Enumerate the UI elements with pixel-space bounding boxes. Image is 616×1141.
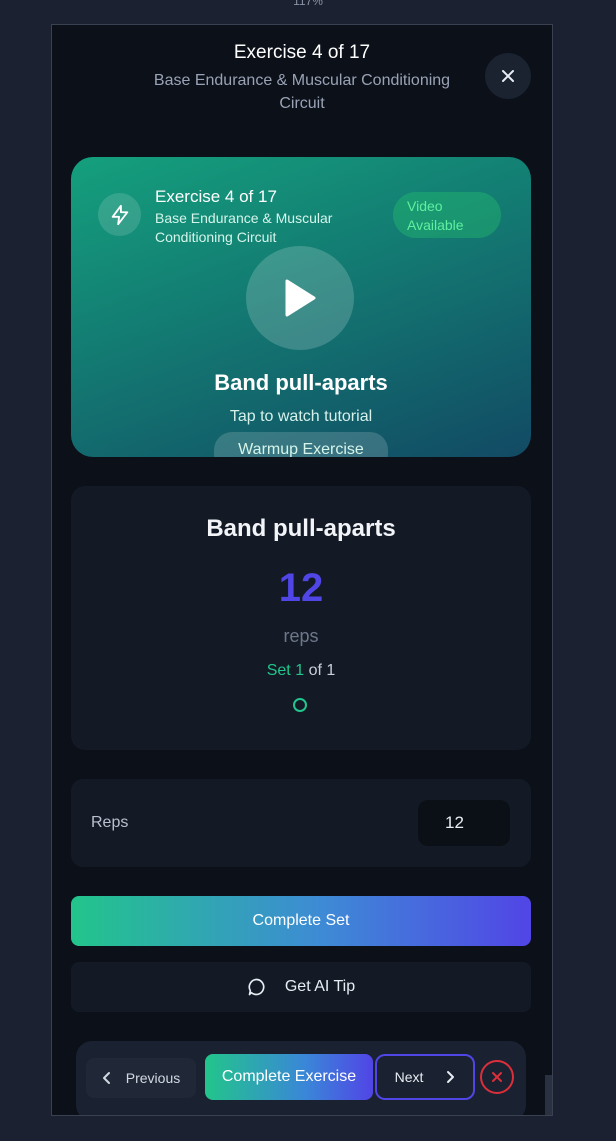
video-tutorial-card[interactable]: Exercise 4 of 17 Base Endurance & Muscul… <box>71 157 531 457</box>
close-icon <box>502 70 514 82</box>
previous-button[interactable]: Previous <box>86 1058 196 1098</box>
next-label: Next <box>394 1069 424 1085</box>
modal-title: Exercise 4 of 17 <box>233 42 371 63</box>
modal-subtitle: Base Endurance & Muscular Conditioning C… <box>153 72 451 112</box>
bolt-icon-container <box>98 193 141 236</box>
scrollbar[interactable] <box>545 1075 552 1115</box>
tap-to-watch-hint: Tap to watch tutorial <box>229 408 373 425</box>
complete-exercise-button[interactable]: Complete Exercise <box>205 1054 373 1100</box>
exercise-name: Band pull-aparts <box>206 515 396 542</box>
reps-row: Reps <box>71 779 531 867</box>
previous-label: Previous <box>125 1070 181 1086</box>
play-button[interactable] <box>246 246 354 350</box>
modal-header: Exercise 4 of 17 Base Endurance & Muscul… <box>52 25 552 135</box>
close-button[interactable] <box>485 53 531 99</box>
next-button[interactable]: Next <box>375 1054 475 1100</box>
set-indicator-dot <box>293 698 307 712</box>
target-reps: 12 <box>278 566 324 610</box>
exercise-modal: Exercise 4 of 17 Base Endurance & Muscul… <box>51 24 553 1116</box>
set-of: of <box>308 662 322 679</box>
complete-set-button[interactable]: Complete Set <box>71 896 531 946</box>
chevron-left-icon <box>102 1072 110 1084</box>
x-circle-icon <box>492 1072 502 1082</box>
ai-tip-button[interactable]: Get AI Tip <box>71 962 531 1012</box>
set-progress-card: Band pull-aparts 12 reps Set 1 of 1 <box>71 486 531 750</box>
video-card-title: Exercise 4 of 17 <box>155 187 277 206</box>
set-current: 1 <box>295 662 305 679</box>
set-word: Set <box>266 662 291 679</box>
target-unit: reps <box>283 626 319 646</box>
exit-workout-button[interactable] <box>480 1060 514 1094</box>
video-exercise-name: Band pull-aparts <box>214 370 388 395</box>
set-total: 1 <box>326 662 336 679</box>
video-available-badge: Video Available <box>393 192 501 238</box>
set-counter: Set 1 of 1 <box>71 662 531 680</box>
video-card-subtitle: Base Endurance & Muscular Conditioning C… <box>155 210 333 245</box>
category-badge: Warmup Exercise <box>214 432 388 457</box>
chevron-right-icon <box>447 1071 455 1083</box>
ai-tip-label: Get AI Tip <box>284 978 356 995</box>
play-icon <box>285 279 316 317</box>
bolt-icon <box>111 204 128 225</box>
reps-input[interactable] <box>418 800 510 846</box>
chat-bubble-icon <box>248 978 265 996</box>
zoom-level: 117% <box>293 0 323 8</box>
reps-label: Reps <box>91 814 129 831</box>
bottom-navigation: Previous Complete Exercise Next <box>76 1041 526 1115</box>
